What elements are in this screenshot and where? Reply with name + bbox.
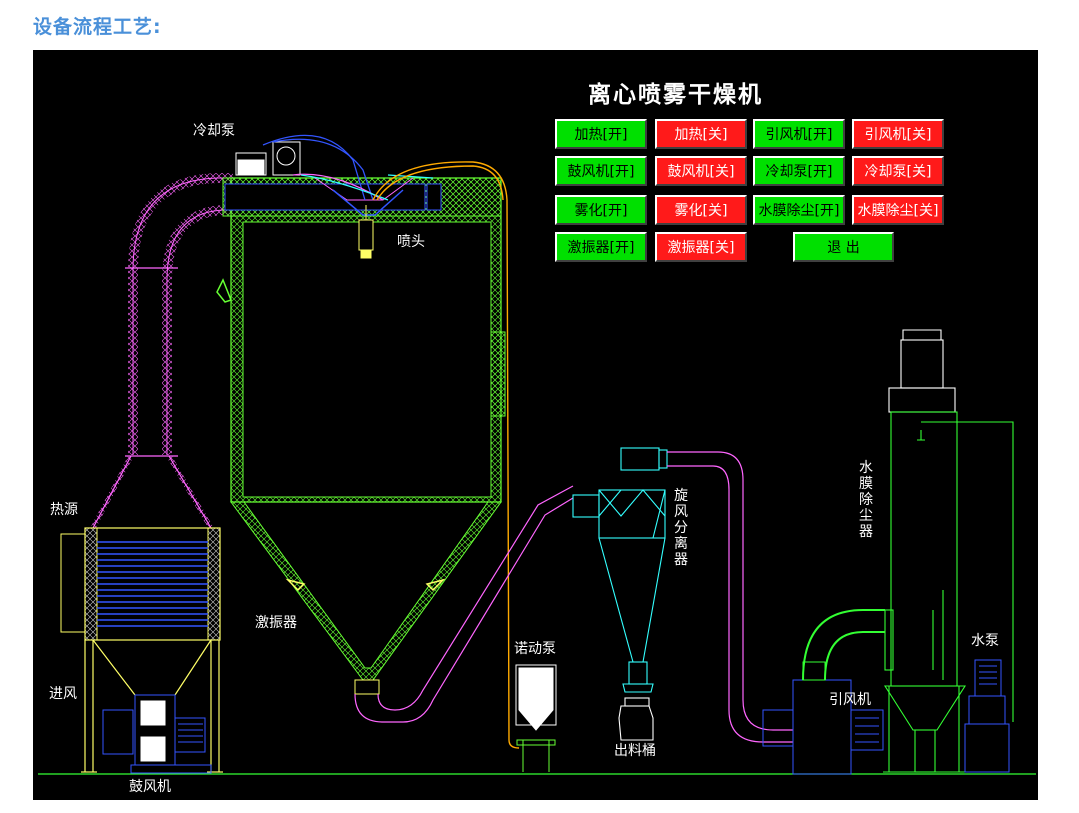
cyclone-separator [572,447,668,741]
exit-button[interactable]: 退 出 [793,232,894,262]
heat-off-button[interactable]: 加热[关] [655,119,747,149]
label-water-film-dust: 水膜除尘器 [859,460,873,540]
label-water-pump: 水泵 [971,633,999,649]
hmi-panel: 离心喷雾干燥机 加热[开] 加热[关] 引风机[开] 引风机[关] 鼓风机[开]… [33,50,1038,800]
water-film-scrubber [883,329,1014,773]
label-blower: 鼓风机 [129,779,171,795]
cool-pump-on-button[interactable]: 冷却泵[开] [753,156,845,186]
blower [102,694,212,774]
atomize-on-button[interactable]: 雾化[开] [555,195,647,225]
induced-fan-on-button[interactable]: 引风机[开] [753,119,845,149]
sight-glass [490,331,506,417]
vibrator-off-button[interactable]: 激振器[关] [655,232,747,262]
blower-off-button[interactable]: 鼓风机[关] [655,156,747,186]
induced-fan-off-button[interactable]: 引风机[关] [852,119,944,149]
hmi-title: 离心喷雾干燥机 [588,82,763,108]
heater-coils [97,541,208,627]
label-nozzle: 喷头 [397,234,425,250]
page-heading: 设备流程工艺: [33,16,162,38]
label-heat-source: 热源 [50,502,78,518]
heat-on-button[interactable]: 加热[开] [555,119,647,149]
hot-air-duct [90,173,233,530]
film-dust-off-button[interactable]: 水膜除尘[关] [852,195,944,225]
atomize-off-button[interactable]: 雾化[关] [655,195,747,225]
label-vibrator: 激振器 [255,615,297,631]
mono-pump [515,664,557,772]
label-mono-pump: 诺动泵 [514,641,556,657]
blower-on-button[interactable]: 鼓风机[开] [555,156,647,186]
label-collection-drum: 出料桶 [614,743,656,759]
vibrator-on-button[interactable]: 激振器[开] [555,232,647,262]
label-cooling-pump: 冷却泵 [193,123,235,139]
film-dust-on-button[interactable]: 水膜除尘[开] [753,195,845,225]
water-pump [964,659,1010,773]
label-cyclone: 旋风分离器 [674,488,688,568]
cooling-pump [235,141,301,176]
cool-pump-off-button[interactable]: 冷却泵[关] [852,156,944,186]
label-induced-fan: 引风机 [829,692,871,708]
label-air-inlet: 进风 [49,686,77,702]
